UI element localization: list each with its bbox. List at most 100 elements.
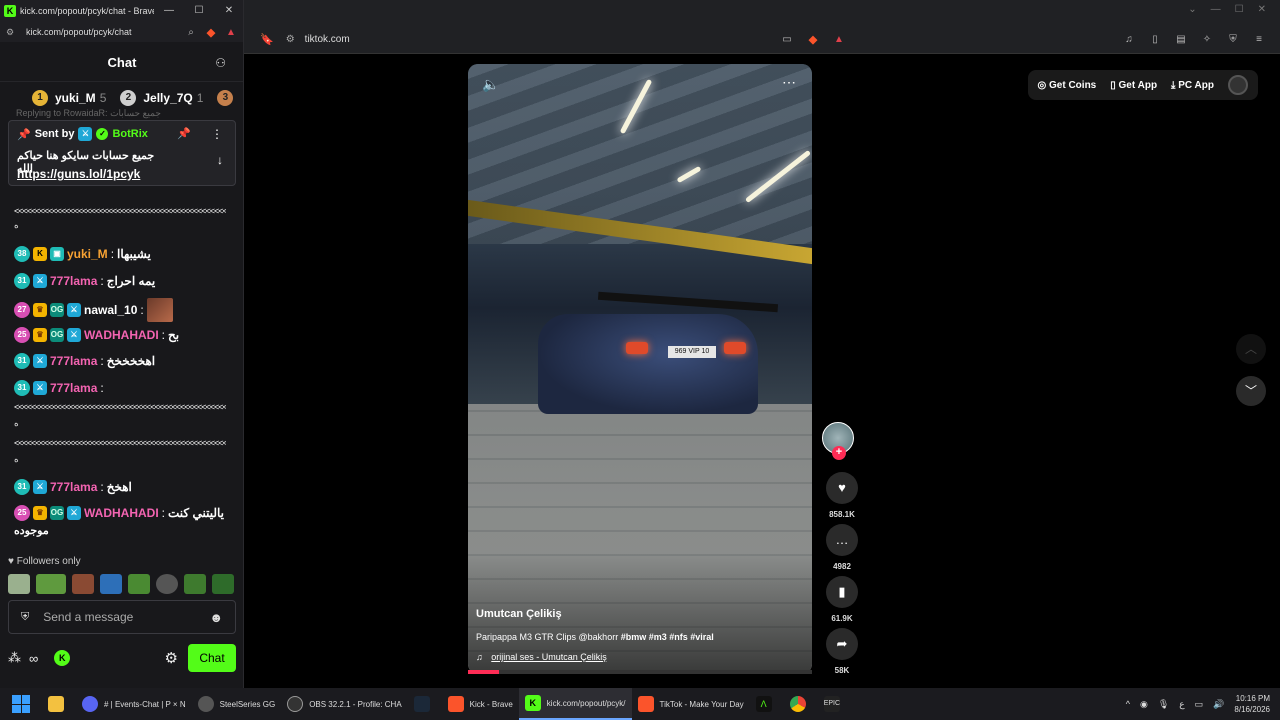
users-icon[interactable]: ⚇	[215, 56, 226, 70]
points-icon[interactable]: ⁂	[8, 650, 21, 666]
cast-icon[interactable]: ▭	[780, 34, 794, 45]
username[interactable]: 777lama	[50, 354, 97, 368]
emoji-picker-icon[interactable]: ☻	[209, 610, 223, 625]
leader-name[interactable]: Jelly_7Q	[143, 91, 192, 105]
close-button[interactable]: ✕	[1258, 4, 1266, 15]
username[interactable]: WADHAHADI	[84, 328, 159, 342]
settings-gear-icon[interactable]: ⚙	[165, 649, 178, 667]
tab-list-icon[interactable]: ⌄	[1188, 4, 1196, 15]
username[interactable]: 777lama	[50, 480, 97, 494]
infinity-icon[interactable]: ∞	[29, 651, 38, 666]
sidebar-icon[interactable]: ▯	[1148, 34, 1162, 45]
emote-button[interactable]	[184, 574, 206, 594]
emote-button[interactable]	[156, 574, 178, 594]
network-icon[interactable]: ▭	[1195, 699, 1204, 710]
heart-icon[interactable]: ♥	[826, 472, 858, 504]
expand-down-icon[interactable]: ↓	[217, 153, 223, 167]
emote-button[interactable]	[36, 574, 66, 594]
emote-button[interactable]	[212, 574, 234, 594]
kick-url[interactable]: kick.com/popout/pcyk/chat	[26, 27, 184, 37]
site-info-icon[interactable]: ⚙	[286, 34, 295, 45]
video-progress[interactable]	[468, 670, 812, 674]
pinned-sender[interactable]: BotRix	[112, 128, 147, 140]
taskbar-kick-popout[interactable]: K kick.com/popout/pcyk/	[518, 688, 632, 720]
file-explorer-icon[interactable]	[42, 688, 76, 720]
taskbar-obs[interactable]: OBS 32.2.1 - Profile: CHA	[281, 688, 407, 720]
tray-overflow-icon[interactable]: ^	[1126, 699, 1130, 709]
leader-name[interactable]: yuki_M	[55, 91, 96, 105]
previous-video-button[interactable]: ︿	[1236, 334, 1266, 364]
brave-shields-icon[interactable]: ◆	[204, 26, 218, 39]
clock[interactable]: 10:16 PM 8/16/2026	[1234, 693, 1270, 715]
subscriber-badge: 31	[14, 273, 30, 289]
chat-input-box[interactable]: ⛨ ☻	[8, 600, 236, 634]
username[interactable]: 777lama	[50, 274, 97, 288]
follow-plus-icon[interactable]: +	[832, 446, 846, 460]
video-author[interactable]: Umutcan Çelikiş	[476, 608, 562, 620]
share-icon[interactable]: ➦	[826, 628, 858, 660]
taskbar-app[interactable]: Λ	[750, 688, 784, 720]
send-chat-button[interactable]: Chat	[188, 644, 236, 672]
maximize-button[interactable]: ☐	[184, 0, 214, 22]
maximize-button[interactable]: ☐	[1235, 4, 1244, 15]
brave-rewards-icon[interactable]: ▲	[224, 27, 238, 38]
taskbar-epic[interactable]: EPIC	[818, 688, 852, 720]
username[interactable]: 777lama	[50, 381, 97, 395]
kick-address-bar[interactable]: ⚙ kick.com/popout/pcyk/chat ⌕ ◆ ▲	[0, 22, 243, 42]
pinned-link[interactable]: https://guns.lol/1pcyk	[17, 167, 140, 181]
video-music[interactable]: ♫ orijinal ses - Umutcan Çelikiş	[476, 652, 607, 662]
video-player[interactable]: 969 VIP 10	[468, 64, 812, 674]
more-options-icon[interactable]: ⋮	[211, 127, 223, 141]
bookmark-icon[interactable]: 🔖	[260, 33, 274, 46]
taskbar-steelseries[interactable]: SteelSeries GG	[192, 688, 282, 720]
emote-button[interactable]	[72, 574, 94, 594]
taskbar-kick-brave[interactable]: Kick - Brave	[442, 688, 519, 720]
zoom-icon[interactable]: ⌕	[184, 27, 198, 38]
hashtags[interactable]: #bmw #m3 #nfs #viral	[621, 632, 714, 642]
close-button[interactable]: ✕	[214, 0, 243, 22]
save-action[interactable]: ▮ 61.9K	[820, 576, 864, 623]
username[interactable]: yuki_M	[67, 247, 108, 261]
tiktok-url[interactable]: tiktok.com	[305, 34, 780, 45]
language-indicator[interactable]: ع	[1179, 699, 1184, 710]
emote-button[interactable]	[128, 574, 150, 594]
username[interactable]: WADHAHADI	[84, 506, 159, 520]
music-link[interactable]: orijinal ses - Umutcan Çelikiş	[491, 652, 607, 662]
like-action[interactable]: ♥ 858.1K	[820, 472, 864, 519]
get-coins-button[interactable]: ◎ Get Coins	[1038, 80, 1097, 91]
minimize-button[interactable]: —	[1211, 4, 1221, 15]
site-info-icon[interactable]: ⚙	[6, 27, 18, 38]
more-options-icon[interactable]: ⋯	[782, 74, 796, 91]
get-app-button[interactable]: ▯ Get App	[1110, 80, 1157, 91]
comment-action[interactable]: … 4982	[820, 524, 864, 571]
minimize-button[interactable]: —	[154, 0, 184, 22]
profile-avatar[interactable]	[1228, 75, 1248, 95]
username[interactable]: nawal_10	[84, 303, 137, 317]
emote-button[interactable]	[8, 574, 30, 594]
discord-tray-icon[interactable]: ◉	[1140, 699, 1148, 710]
unpin-icon[interactable]: 📌	[177, 127, 191, 140]
brave-rewards-icon[interactable]: ▲	[832, 34, 846, 45]
taskbar-tiktok[interactable]: TikTok - Make Your Day	[632, 688, 750, 720]
pc-app-button[interactable]: ⤓ PC App	[1171, 80, 1214, 91]
taskbar-steam[interactable]	[408, 688, 442, 720]
taskbar-discord[interactable]: # | Events-Chat | P × N	[76, 688, 192, 720]
comment-icon[interactable]: …	[826, 524, 858, 556]
menu-icon[interactable]: ≡	[1252, 34, 1266, 45]
kick-logo-icon[interactable]: K	[54, 650, 71, 666]
emote-button[interactable]	[100, 574, 122, 594]
volume-icon[interactable]: 🔊	[1213, 699, 1224, 710]
wallet-icon[interactable]: ▤	[1174, 34, 1188, 45]
start-button[interactable]	[12, 695, 30, 713]
microphone-icon[interactable]: 🎙	[1158, 699, 1169, 710]
taskbar-chrome[interactable]	[784, 688, 818, 720]
vpn-icon[interactable]: ⛨	[1226, 34, 1240, 45]
share-action[interactable]: ➦ 58K	[820, 628, 864, 675]
volume-icon[interactable]: 🔈	[482, 76, 499, 93]
message-input[interactable]	[43, 610, 194, 624]
bookmark-icon[interactable]: ▮	[826, 576, 858, 608]
media-icon[interactable]: ♫	[1122, 34, 1136, 45]
leo-icon[interactable]: ✧	[1200, 34, 1214, 45]
brave-shields-icon[interactable]: ◆	[806, 33, 820, 46]
next-video-button[interactable]: ﹀	[1236, 376, 1266, 406]
